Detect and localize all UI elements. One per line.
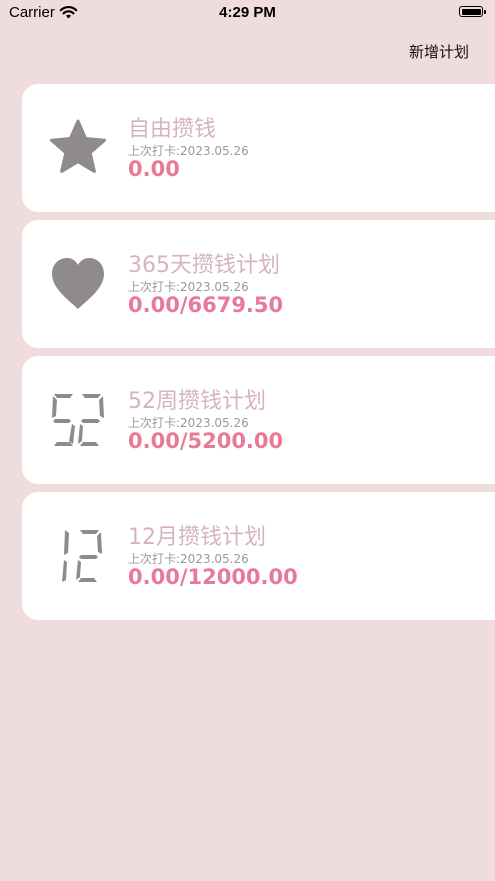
heart-icon — [46, 252, 110, 316]
plan-title: 自由攒钱 — [128, 117, 217, 142]
plan-card-12-months[interactable]: 12月攒钱计划 上次打卡:2023.05.26 0.00/12000.00 — [22, 492, 495, 620]
plan-amount: 0.00/6679.50 — [128, 293, 284, 317]
plan-amount: 0.00 — [128, 157, 180, 181]
plan-list: 自由攒钱 上次打卡:2023.05.26 0.00 365天攒钱计划 上次打卡:… — [22, 84, 495, 628]
plan-card-52-weeks[interactable]: 52周攒钱计划 上次打卡:2023.05.26 0.00/5200.00 — [22, 356, 495, 484]
plan-title: 12月攒钱计划 — [128, 525, 266, 550]
plan-card-free-saving[interactable]: 自由攒钱 上次打卡:2023.05.26 0.00 — [22, 84, 495, 212]
clock: 4:29 PM — [219, 4, 276, 21]
add-plan-button[interactable]: 新增计划 — [409, 41, 469, 62]
digits-12-icon — [46, 524, 110, 588]
plan-amount: 0.00/5200.00 — [128, 429, 284, 453]
battery-icon — [459, 6, 486, 17]
plan-title: 365天攒钱计划 — [128, 253, 280, 278]
digits-52-icon — [46, 388, 110, 452]
plan-card-365-days[interactable]: 365天攒钱计划 上次打卡:2023.05.26 0.00/6679.50 — [22, 220, 495, 348]
star-icon — [46, 116, 110, 180]
plan-title: 52周攒钱计划 — [128, 389, 266, 414]
status-bar: Carrier 4:29 PM — [0, 0, 495, 28]
plan-amount: 0.00/12000.00 — [128, 565, 298, 589]
